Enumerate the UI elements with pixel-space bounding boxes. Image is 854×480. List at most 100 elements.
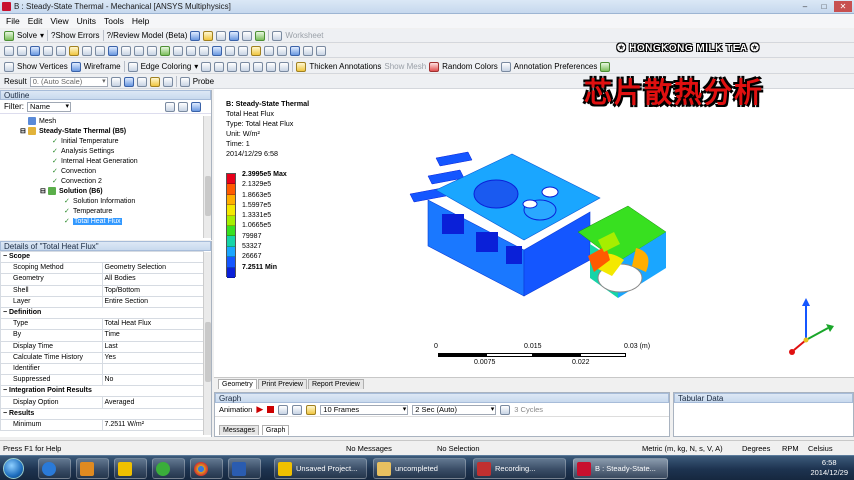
frame-back-icon[interactable]: [278, 404, 289, 415]
worksheet-button[interactable]: Worksheet: [285, 31, 323, 40]
mode-select-icon[interactable]: [95, 45, 105, 56]
edge-multi-icon[interactable]: [279, 61, 290, 72]
face-select-icon[interactable]: [17, 45, 27, 56]
random-colors-icon[interactable]: [429, 61, 440, 72]
layout-icon[interactable]: [316, 45, 326, 56]
ie-taskbar-button[interactable]: [38, 458, 71, 479]
maximize-button[interactable]: □: [815, 1, 833, 12]
minimize-button[interactable]: –: [796, 1, 814, 12]
status-rpm[interactable]: RPM: [782, 444, 799, 453]
taskbar-steady-state[interactable]: B : Steady-State...: [573, 458, 668, 479]
body-select-icon[interactable]: [56, 45, 66, 56]
review-model-button[interactable]: ?/Review Model (Beta): [107, 31, 188, 40]
menu-units[interactable]: Units: [77, 16, 96, 26]
rotate-icon[interactable]: [108, 45, 118, 56]
tree-item-temperature[interactable]: ✓ Temperature: [0, 206, 211, 216]
box-zoom-icon[interactable]: [147, 45, 157, 56]
details-value[interactable]: 7.2511 W/m²: [101, 418, 204, 432]
taskbar-uncompleted[interactable]: uncompleted: [373, 458, 466, 479]
duration-select[interactable]: 2 Sec (Auto): [412, 404, 497, 415]
show-errors-button[interactable]: ?Show Errors: [51, 31, 99, 40]
edge-coloring-button[interactable]: Edge Coloring: [141, 62, 192, 71]
set-view-icon[interactable]: [225, 45, 235, 56]
vertex-select-icon[interactable]: [43, 45, 53, 56]
tab-geometry[interactable]: Geometry: [218, 379, 257, 389]
vector-icon[interactable]: [149, 76, 160, 87]
tab-graph[interactable]: Graph: [261, 425, 290, 435]
details-group[interactable]: − Definition: [0, 306, 204, 320]
details-value[interactable]: Total Heat Flux: [101, 318, 204, 331]
show-vertices-button[interactable]: Show Vertices: [17, 62, 68, 71]
details-group[interactable]: − Scope: [0, 250, 204, 264]
filter-select[interactable]: Name: [27, 101, 71, 112]
details-row[interactable]: Minimum 7.2511 W/m²: [0, 418, 204, 432]
label-icon[interactable]: [264, 45, 274, 56]
max-min-icon[interactable]: [162, 76, 173, 87]
annotation-icon[interactable]: [216, 30, 227, 41]
contour-icon[interactable]: [123, 76, 134, 87]
thicken-annotations-button[interactable]: Thicken Annotations: [309, 62, 381, 71]
tree-item-analysis-settings[interactable]: ✓ Analysis Settings: [0, 146, 211, 156]
node-select-icon[interactable]: [69, 45, 79, 56]
taskbar-recording[interactable]: Recording...: [473, 458, 566, 479]
edge-free-icon[interactable]: [253, 61, 264, 72]
iso-view-icon[interactable]: [212, 45, 222, 56]
details-group[interactable]: − Integration Point Results: [0, 385, 204, 398]
status-units[interactable]: Metric (m, kg, N, s, V, A): [642, 444, 723, 453]
menu-view[interactable]: View: [50, 16, 68, 26]
menu-file[interactable]: File: [6, 16, 20, 26]
previous-view-icon[interactable]: [186, 45, 196, 56]
geometry-display-icon[interactable]: [110, 76, 121, 87]
triad-icon[interactable]: [303, 45, 313, 56]
details-group[interactable]: − Results: [0, 407, 204, 420]
tree-item-internal-heat-generation[interactable]: ✓ Internal Heat Generation: [0, 156, 211, 166]
pan-icon[interactable]: [121, 45, 131, 56]
tree-item-steady-state-thermal[interactable]: ⊟ Steady-State Thermal (B5): [0, 126, 211, 136]
media-taskbar-button[interactable]: [76, 458, 109, 479]
show-mesh-button[interactable]: Show Mesh: [384, 62, 426, 71]
graph-icon[interactable]: [255, 30, 266, 41]
status-messages[interactable]: No Messages: [346, 444, 392, 453]
details-row[interactable]: Suppressed No: [0, 374, 204, 387]
tab-report-preview[interactable]: Report Preview: [307, 379, 364, 389]
status-degrees[interactable]: Degrees: [742, 444, 770, 453]
app-green-taskbar-button[interactable]: [152, 458, 185, 479]
details-scrollbar[interactable]: [203, 252, 211, 435]
status-celsius[interactable]: Celsius: [808, 444, 833, 453]
tab-messages[interactable]: Messages: [219, 425, 259, 435]
edges-display-icon[interactable]: [136, 76, 147, 87]
tree-item-initial-temperature[interactable]: ✓ Initial Temperature: [0, 136, 211, 146]
stop-icon[interactable]: [267, 406, 275, 413]
tree-item-solution[interactable]: ⊟ Solution (B6): [0, 186, 211, 196]
system-clock[interactable]: 6:58 2014/12/29: [810, 458, 848, 478]
select-icon[interactable]: [4, 45, 14, 56]
details-value[interactable]: No: [101, 374, 204, 387]
details-value[interactable]: Yes: [101, 351, 204, 364]
details-row[interactable]: Scoping Method Geometry Selection: [0, 262, 204, 275]
details-value[interactable]: Last: [101, 340, 204, 353]
details-value[interactable]: Averaged: [101, 396, 204, 409]
tab-print-preview[interactable]: Print Preview: [257, 379, 307, 389]
chrome-taskbar-button[interactable]: [190, 458, 223, 479]
details-row[interactable]: Type Total Heat Flux: [0, 318, 204, 331]
magnifier-icon[interactable]: [173, 45, 183, 56]
edge-thin-icon[interactable]: [214, 61, 225, 72]
details-row[interactable]: Display Option Averaged: [0, 396, 204, 409]
legend-icon[interactable]: [290, 45, 300, 56]
axis-triad[interactable]: [786, 296, 836, 358]
details-row[interactable]: Display Time Last: [0, 340, 204, 353]
edge-style-icon[interactable]: [201, 61, 212, 72]
tree-item-solution-information[interactable]: ✓ Solution Information: [0, 196, 211, 206]
edge-thick-icon[interactable]: [227, 61, 238, 72]
details-value[interactable]: Time: [101, 329, 204, 342]
details-row[interactable]: Calculate Time History Yes: [0, 351, 204, 364]
menu-help[interactable]: Help: [132, 16, 149, 26]
menu-tools[interactable]: Tools: [104, 16, 124, 26]
start-button[interactable]: [3, 458, 24, 479]
menu-edit[interactable]: Edit: [28, 16, 43, 26]
play-icon[interactable]: ▶: [256, 404, 263, 415]
viewport-icon[interactable]: [229, 30, 240, 41]
report-icon[interactable]: [242, 30, 253, 41]
export-icon[interactable]: [306, 404, 317, 415]
details-row[interactable]: Shell Top/Bottom: [0, 284, 204, 297]
